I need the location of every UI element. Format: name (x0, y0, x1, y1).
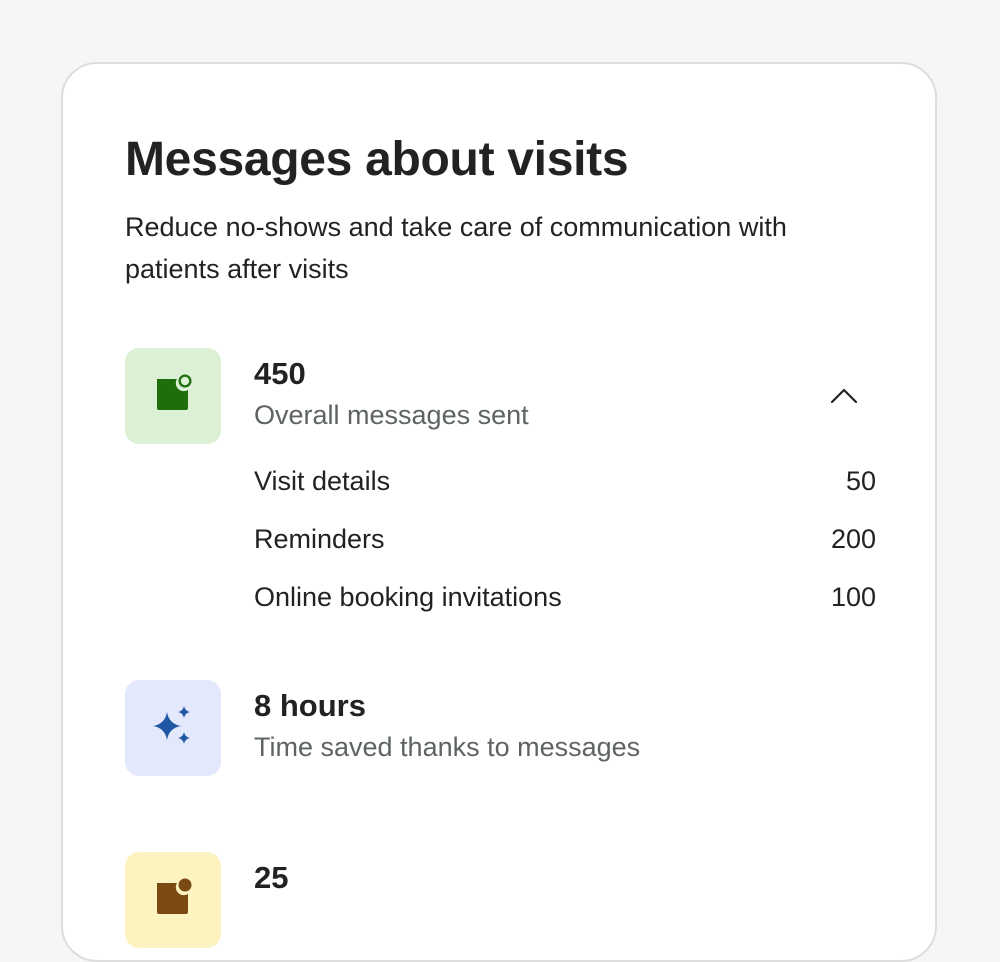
message-icon (153, 878, 193, 923)
breakdown-label: Online booking invitations (254, 582, 562, 612)
card-subtitle: Reduce no-shows and take care of communi… (125, 212, 787, 284)
chevron-up-icon (830, 387, 858, 410)
breakdown-value: 100 (830, 582, 876, 612)
card-title: Messages about visits (125, 133, 629, 186)
breakdown-value: 50 (845, 466, 876, 496)
stat-label: Overall messages sent (254, 400, 529, 430)
breakdown-value: 200 (830, 524, 876, 554)
breakdown-label: Reminders (254, 524, 385, 554)
stat-value: 25 (254, 860, 289, 895)
message-icon (153, 374, 193, 419)
breakdown-row: Online booking invitations 100 (254, 578, 876, 636)
messages-breakdown-list: Visit details 50 Reminders 200 Online bo… (254, 462, 876, 636)
stat-icon-tile (125, 348, 221, 444)
stat-value: 450 (254, 356, 306, 391)
stat-value: 8 hours (254, 688, 366, 723)
breakdown-label: Visit details (254, 466, 391, 496)
collapse-button[interactable] (828, 382, 860, 414)
stat-icon-tile (125, 680, 221, 776)
breakdown-row: Visit details 50 (254, 462, 876, 520)
stat-label: Time saved thanks to messages (254, 732, 641, 762)
messages-card: Messages about visits Reduce no-shows an… (61, 62, 937, 962)
breakdown-row: Reminders 200 (254, 520, 876, 578)
stat-icon-tile (125, 852, 221, 948)
sparkles-icon (151, 704, 195, 753)
